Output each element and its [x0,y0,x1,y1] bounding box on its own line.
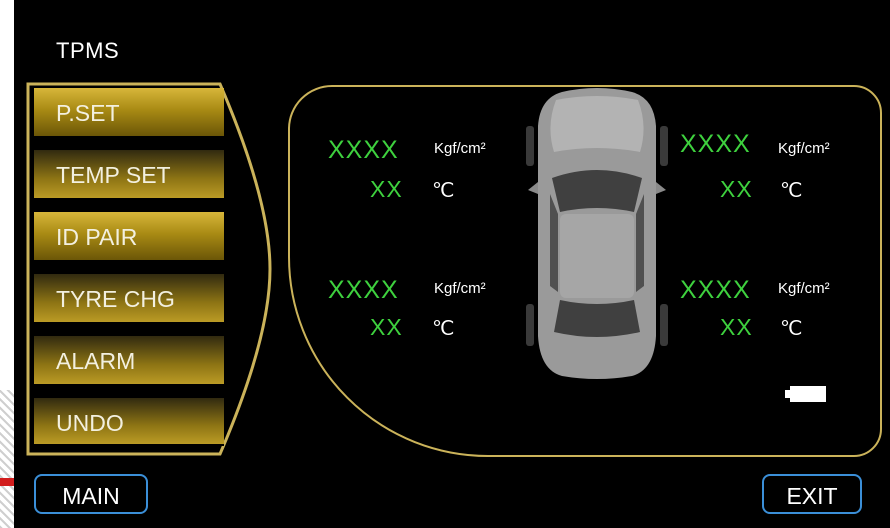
rear-right-temp-unit: ℃ [780,318,803,340]
car-icon [526,88,668,379]
background-pattern [0,390,14,528]
battery-icon [785,386,826,402]
exit-button[interactable]: EXIT [762,474,862,514]
front-left-pressure-unit: Kgf/cm² [434,140,486,157]
rear-left-temp-unit: ℃ [432,318,455,340]
rear-right-pressure-unit: Kgf/cm² [778,280,830,297]
background-red-stripe [0,478,14,486]
rear-right-pressure: XXXX [680,276,751,304]
front-right-pressure: XXXX [680,130,751,158]
rear-right-temp: XX [720,314,753,340]
page-title: TPMS [56,38,120,63]
front-left-pressure: XXXX [328,136,399,164]
menu-item-pset[interactable]: P.SET [34,88,224,138]
front-right-temp: XX [720,176,753,202]
front-right-pressure-unit: Kgf/cm² [778,140,830,157]
rear-left-pressure: XXXX [328,276,399,304]
front-left-temp: XX [370,176,403,202]
menu-item-tyre-chg[interactable]: TYRE CHG [34,274,224,324]
front-left-temp-unit: ℃ [432,180,455,202]
front-right-temp-unit: ℃ [780,180,803,202]
rear-left-temp: XX [370,314,403,340]
menu-item-alarm[interactable]: ALARM [34,336,224,386]
menu-item-temp-set[interactable]: TEMP SET [34,150,224,200]
menu-item-undo[interactable]: UNDO [34,398,224,446]
menu-item-id-pair[interactable]: ID PAIR [34,212,224,262]
rear-left-pressure-unit: Kgf/cm² [434,280,486,297]
main-button[interactable]: MAIN [34,474,148,514]
